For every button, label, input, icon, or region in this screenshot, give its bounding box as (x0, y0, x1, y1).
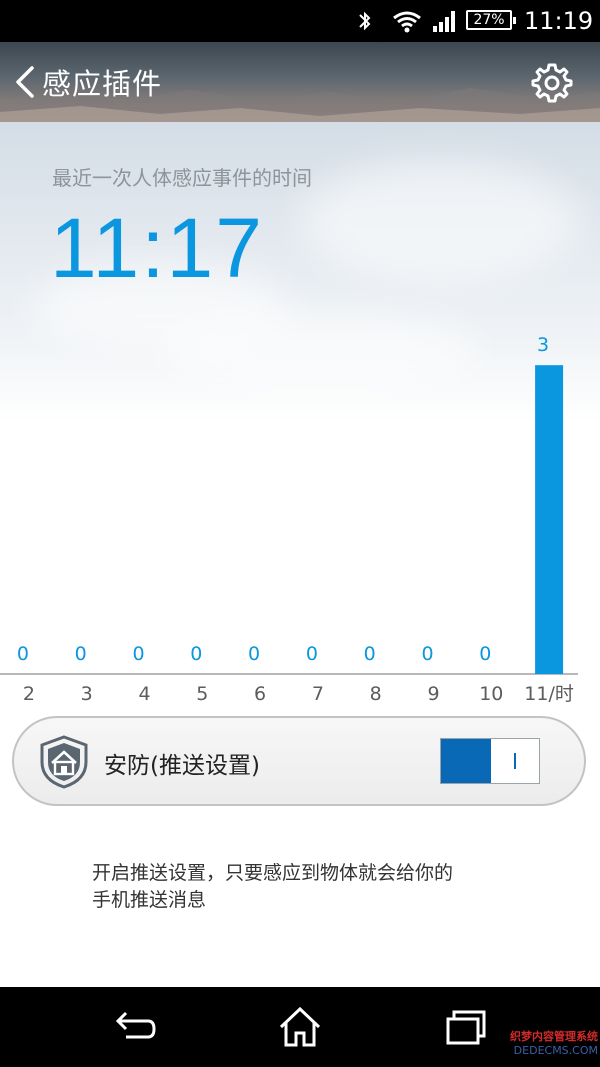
bar (535, 365, 564, 674)
data-label: 0 (17, 643, 29, 665)
x-tick-label: 2 (23, 683, 35, 705)
data-label: 0 (132, 643, 144, 665)
gear-icon[interactable] (530, 61, 574, 105)
security-label: 安防(推送设置) (104, 753, 260, 779)
toggle-track-on (441, 739, 491, 783)
data-label: 0 (306, 643, 318, 665)
bluetooth-icon (359, 11, 371, 31)
recent-apps-icon[interactable] (442, 1003, 490, 1051)
app-header: 感应插件 (0, 42, 600, 122)
x-tick-label: 7 (312, 683, 324, 705)
data-label: 0 (248, 643, 260, 665)
page-title: 感应插件 (42, 67, 163, 101)
data-label: 0 (364, 643, 376, 665)
hourly-event-chart: 0 2 0 3 0 4 0 5 0 6 0 7 0 8 0 9 0 10 3 11/时 (0, 334, 578, 705)
x-tick-label: 9 (427, 683, 439, 705)
data-label: 0 (190, 643, 202, 665)
back-icon[interactable] (110, 1003, 158, 1051)
x-tick-label: 6 (254, 683, 266, 705)
data-label: 0 (479, 643, 491, 665)
back-button[interactable]: 感应插件 (12, 58, 162, 106)
battery-level: 27% (473, 12, 505, 28)
cloud-decoration (300, 162, 580, 282)
watermark: 织梦内容管理系统 DEDECMS.COM (488, 1030, 598, 1064)
data-label: 0 (75, 643, 87, 665)
x-tick-label: 10 (479, 683, 503, 705)
battery-icon: 27% (466, 10, 516, 30)
x-tick-label: 4 (138, 683, 150, 705)
last-event-time: 11:17 (50, 201, 264, 295)
x-tick-label: 11/时 (524, 683, 574, 705)
push-hint-text: 开启推送设置，只要感应到物体就会给你的 手机推送消息 (92, 860, 522, 914)
home-icon[interactable] (276, 1003, 324, 1051)
shield-home-icon (40, 735, 88, 789)
security-setting-row: 安防(推送设置) (12, 716, 586, 806)
watermark-line: 织梦内容管理系统 (510, 1030, 598, 1043)
chevron-left-icon (16, 66, 34, 98)
x-tick-label: 3 (81, 683, 93, 705)
last-event-label: 最近一次人体感应事件的时间 (52, 166, 312, 190)
security-toggle[interactable] (440, 738, 540, 784)
watermark-line: DEDECMS.COM (513, 1044, 598, 1057)
status-bar: 27% 11:19 (0, 0, 600, 42)
data-label: 3 (537, 334, 549, 356)
wifi-icon (393, 11, 421, 33)
signal-icon (433, 11, 455, 32)
data-label: 0 (421, 643, 433, 665)
x-tick-label: 5 (196, 683, 208, 705)
hint-line: 手机推送消息 (92, 889, 207, 911)
hint-line: 开启推送设置，只要感应到物体就会给你的 (92, 862, 454, 884)
x-tick-label: 8 (370, 683, 382, 705)
toggle-knob (493, 741, 537, 781)
status-time: 11:19 (524, 7, 594, 35)
